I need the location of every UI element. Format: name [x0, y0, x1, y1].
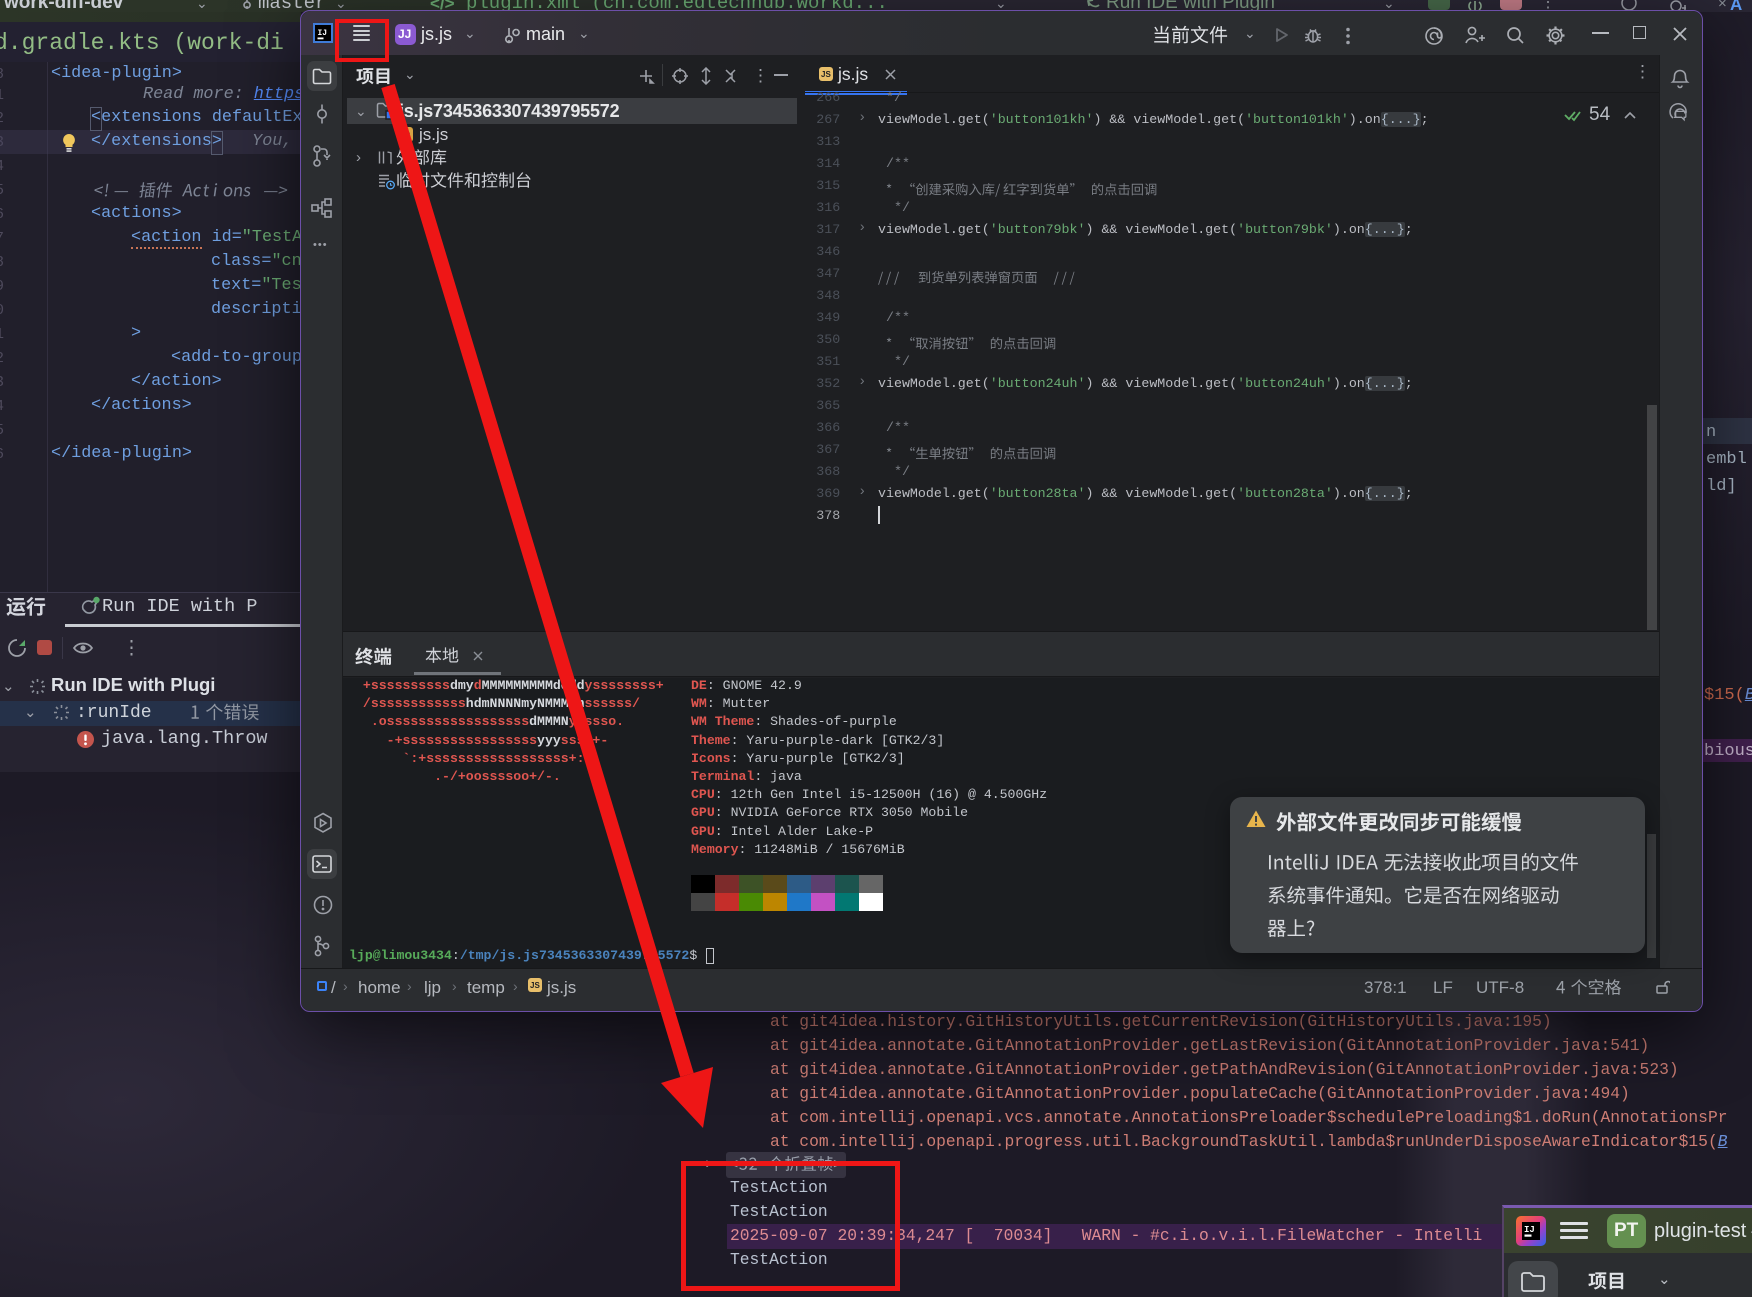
svg-text:IJ: IJ	[318, 29, 328, 38]
svg-text:IJ: IJ	[1524, 1225, 1535, 1235]
